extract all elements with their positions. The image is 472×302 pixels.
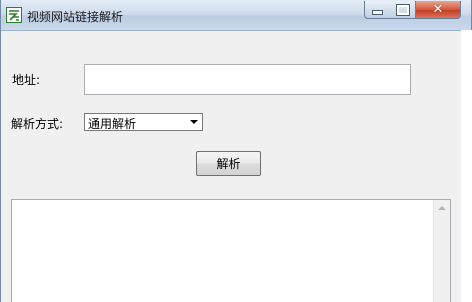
app-logo-icon bbox=[6, 7, 22, 23]
close-icon: ✕ bbox=[432, 2, 444, 17]
address-label: 地址: bbox=[12, 73, 41, 87]
maximize-button[interactable] bbox=[390, 1, 416, 19]
minimize-icon bbox=[372, 10, 383, 15]
address-input[interactable] bbox=[84, 64, 411, 95]
method-select[interactable]: 通用解析 bbox=[84, 113, 203, 131]
title-bar[interactable]: 视频网站链接解析 ✕ bbox=[1, 0, 471, 31]
parse-button[interactable]: 解析 bbox=[196, 151, 261, 176]
window-title: 视频网站链接解析 bbox=[27, 10, 124, 24]
method-selected-value: 通用解析 bbox=[88, 117, 137, 131]
output-scrollbar[interactable] bbox=[433, 200, 450, 302]
desktop-background bbox=[461, 30, 472, 302]
method-label: 解析方式: bbox=[11, 117, 64, 131]
scroll-up-arrow-icon[interactable] bbox=[438, 206, 446, 210]
dropdown-arrow-icon[interactable] bbox=[187, 115, 201, 129]
maximize-icon bbox=[396, 4, 409, 15]
output-textarea[interactable] bbox=[11, 199, 451, 302]
minimize-button[interactable] bbox=[364, 1, 391, 19]
app-window: 视频网站链接解析 ✕ 地址: 解析方式: 通用解析 解析 bbox=[0, 0, 472, 302]
close-button[interactable]: ✕ bbox=[416, 1, 461, 19]
